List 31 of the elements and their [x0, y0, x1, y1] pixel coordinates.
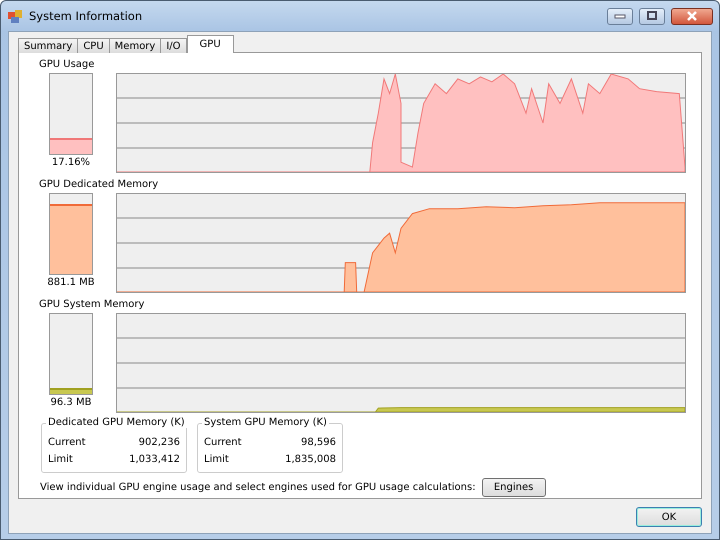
stat-value: 1,835,008: [285, 453, 336, 467]
stat-label: Current: [48, 436, 86, 450]
app-icon: [7, 8, 23, 24]
minimize-button[interactable]: [607, 8, 633, 24]
tab[interactable]: Summary: [18, 38, 78, 53]
engines-button[interactable]: Engines: [482, 478, 546, 497]
stat-label: Limit: [204, 453, 229, 467]
tab[interactable]: GPU: [186, 35, 234, 53]
group-title: Dedicated GPU Memory (K): [46, 417, 187, 428]
stat-label: Limit: [48, 453, 73, 467]
stat-value: 98,596: [301, 436, 336, 450]
stat-value: 1,033,412: [129, 453, 180, 467]
close-icon: [685, 11, 699, 21]
meter-reading: 17.16%: [52, 157, 90, 168]
stat-label: Current: [204, 436, 242, 450]
window-title: System Information: [29, 9, 144, 23]
ok-button[interactable]: OK: [636, 507, 702, 527]
stat-value: 902,236: [138, 436, 180, 450]
close-button[interactable]: [671, 8, 713, 24]
tab[interactable]: I/O: [160, 38, 187, 53]
maximize-icon: [645, 11, 659, 21]
graph-title: GPU Dedicated Memory: [38, 178, 160, 192]
graph-title: GPU System Memory: [38, 298, 146, 312]
group-title: System GPU Memory (K): [202, 417, 329, 428]
meter-reading: 96.3 MB: [50, 397, 92, 408]
engines-description: View individual GPU engine usage and select engines used for GPU usage calculations:: [40, 482, 476, 493]
graph-title: GPU Usage: [38, 58, 96, 72]
tab[interactable]: CPU: [77, 38, 110, 53]
tab[interactable]: Memory: [108, 38, 162, 53]
meter-reading: 881.1 MB: [47, 277, 95, 288]
maximize-button[interactable]: [639, 8, 665, 24]
